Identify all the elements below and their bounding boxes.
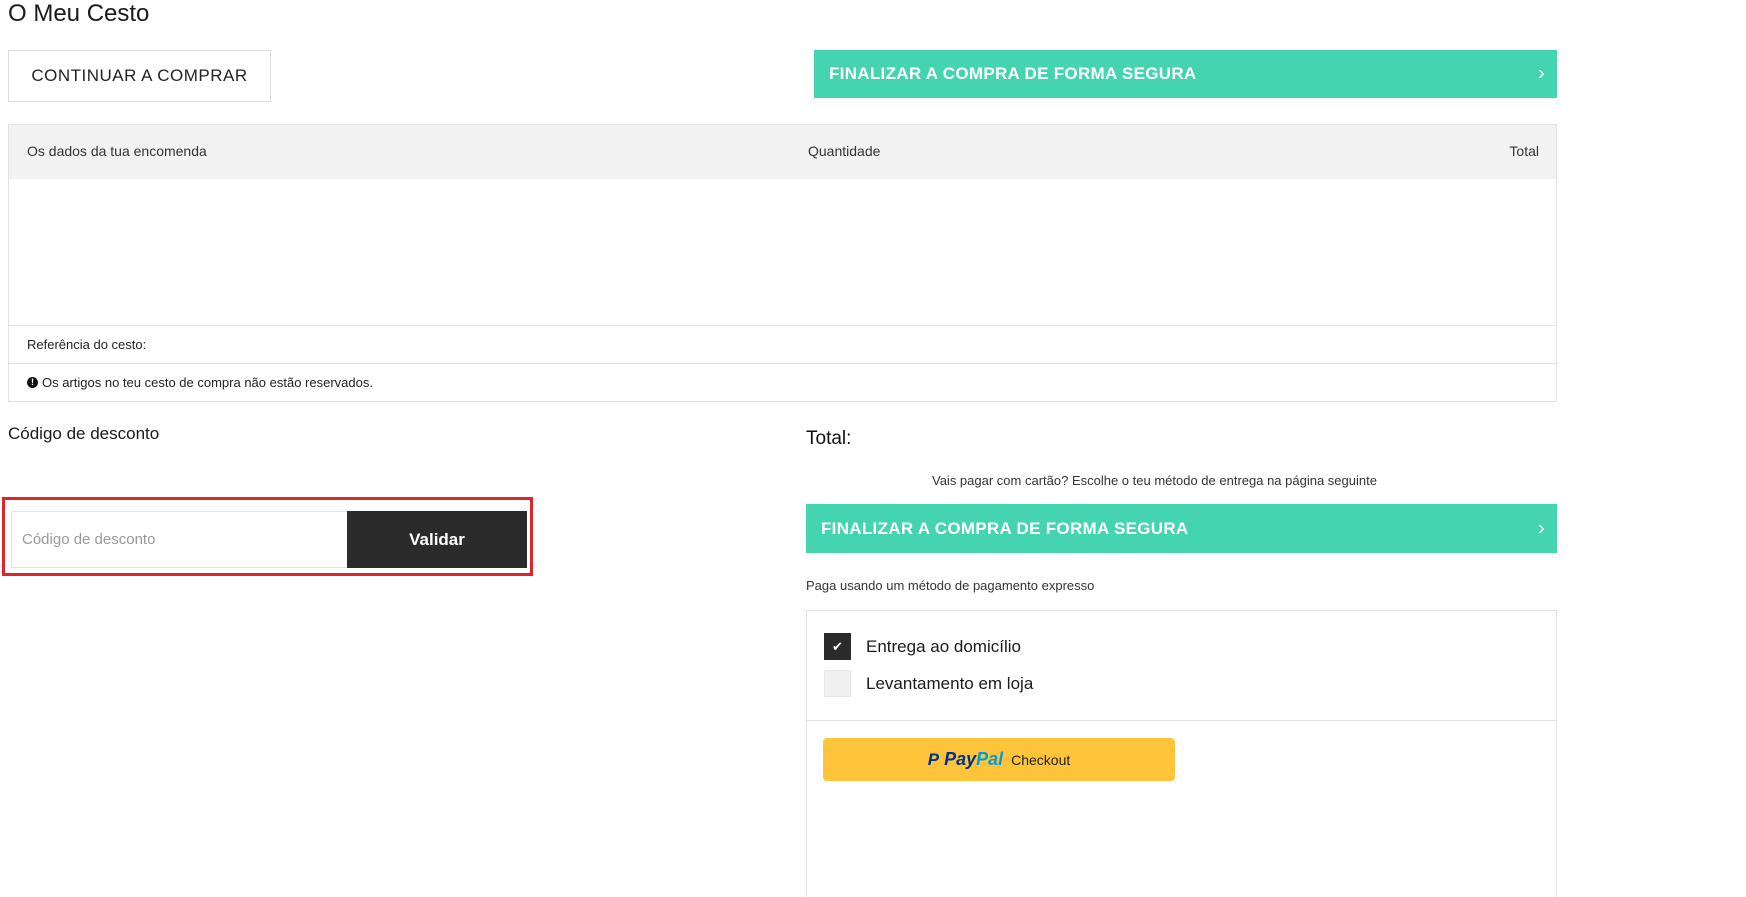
- delivery-option-label: Levantamento em loja: [866, 673, 1034, 693]
- basket-reference: Referência do cesto:: [9, 326, 1556, 364]
- column-header-total: Total: [1509, 143, 1539, 159]
- card-payment-note: Vais pagar com cartão? Escolhe o teu mét…: [932, 473, 1377, 488]
- continue-shopping-button[interactable]: CONTINUAR A COMPRAR: [8, 50, 271, 102]
- checkbox-unchecked-icon[interactable]: [824, 670, 851, 697]
- discount-section-title: Código de desconto: [8, 424, 160, 443]
- paypal-icon: P: [927, 749, 940, 769]
- reservation-notice: ! Os artigos no teu cesto de compra não …: [9, 364, 1556, 401]
- delivery-option-store-pickup[interactable]: Levantamento em loja: [824, 670, 1033, 697]
- order-table-header: Os dados da tua encomenda Quantidade Tot…: [9, 125, 1556, 179]
- validate-discount-button[interactable]: Validar: [347, 511, 527, 568]
- express-payment-panel: ✔ Entrega ao domicílio Levantamento em l…: [806, 610, 1557, 897]
- column-header-details: Os dados da tua encomenda: [27, 143, 207, 159]
- delivery-option-home[interactable]: ✔ Entrega ao domicílio: [824, 633, 1021, 660]
- total-label: Total:: [806, 428, 852, 449]
- checkout-button-bottom[interactable]: FINALIZAR A COMPRA DE FORMA SEGURA ›: [806, 504, 1557, 553]
- order-table: Os dados da tua encomenda Quantidade Tot…: [8, 124, 1557, 402]
- paypal-logo: PayPal: [944, 749, 1004, 769]
- checkout-button-top[interactable]: FINALIZAR A COMPRA DE FORMA SEGURA ›: [814, 50, 1557, 98]
- express-payment-note: Paga usando um método de pagamento expre…: [806, 578, 1095, 593]
- column-header-quantity: Quantidade: [808, 143, 881, 159]
- page-title: O Meu Cesto: [8, 0, 150, 27]
- discount-code-input[interactable]: [11, 511, 349, 568]
- discount-code-form: Validar: [2, 497, 533, 576]
- exclamation-circle-icon: !: [27, 377, 38, 388]
- checkbox-checked-icon[interactable]: ✔: [824, 633, 851, 660]
- chevron-right-icon: ›: [1538, 62, 1545, 85]
- delivery-option-label: Entrega ao domicílio: [866, 636, 1021, 656]
- chevron-right-icon: ›: [1538, 517, 1545, 539]
- paypal-checkout-button[interactable]: P PayPal Checkout: [823, 738, 1175, 781]
- paypal-checkout-label: Checkout: [1011, 751, 1071, 768]
- panel-divider: [807, 720, 1556, 721]
- reservation-notice-text: Os artigos no teu cesto de compra não es…: [42, 375, 373, 390]
- checkout-button-label: FINALIZAR A COMPRA DE FORMA SEGURA: [829, 64, 1197, 83]
- checkout-button-label: FINALIZAR A COMPRA DE FORMA SEGURA: [821, 518, 1189, 538]
- order-items-area: [9, 179, 1556, 326]
